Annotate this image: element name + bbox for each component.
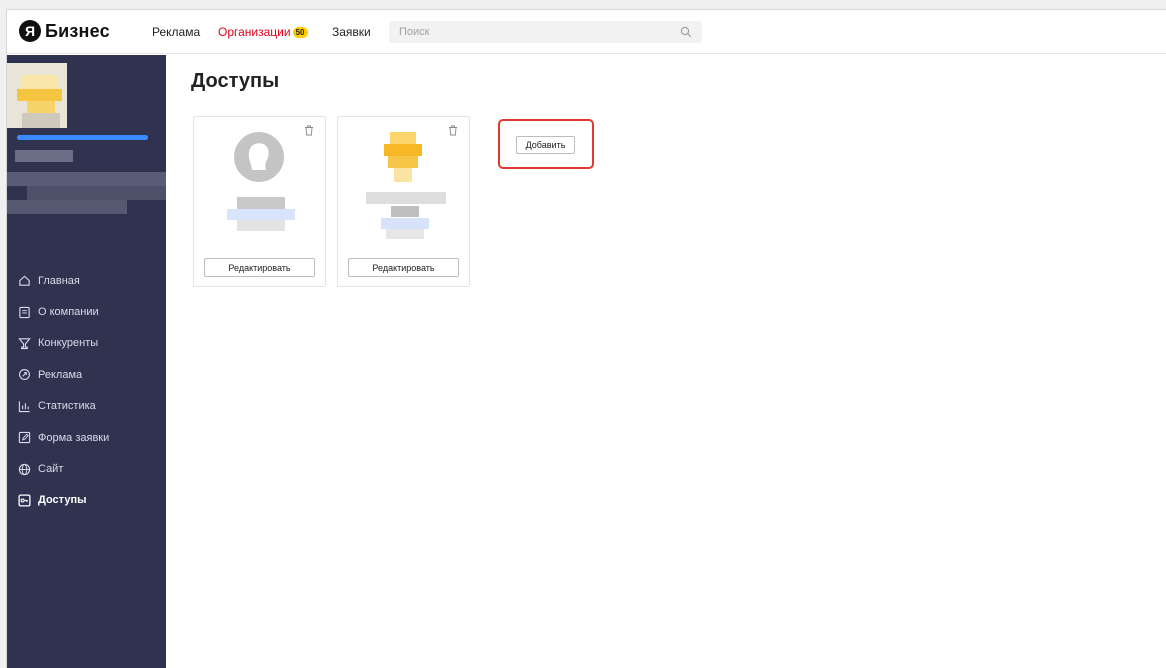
logo-mark: Я [19, 20, 41, 42]
organization-name-blurred [7, 150, 166, 230]
organizations-count-badge: 50 [292, 27, 308, 38]
default-avatar-icon [234, 132, 284, 182]
search-input[interactable] [389, 21, 669, 43]
add-button-highlight: Добавить [498, 119, 594, 169]
nav-link-organizations[interactable]: Организации 50 [218, 25, 308, 39]
search-box [389, 21, 702, 43]
profile-progress-bar [17, 135, 148, 140]
sidebar-item-label: Конкуренты [38, 337, 99, 350]
form-edit-icon [18, 431, 31, 444]
user-avatar [378, 132, 428, 182]
sidebar-item-competitors[interactable]: Конкуренты [7, 328, 166, 359]
sidebar-item-label: Сайт [38, 463, 64, 476]
sidebar-item-site[interactable]: Сайт [7, 453, 166, 484]
edit-button[interactable]: Редактировать [204, 258, 315, 277]
home-icon [19, 275, 30, 286]
sidebar-menu: Главная О компании Конкуренты Реклама Ст… [7, 265, 166, 516]
logo[interactable]: Я Бизнес [19, 20, 110, 42]
key-icon [18, 494, 31, 507]
sidebar-item-access[interactable]: Доступы [7, 485, 166, 516]
user-info-blurred [366, 192, 446, 242]
globe-icon [18, 463, 31, 475]
access-user-card: Редактировать [193, 116, 326, 287]
add-access-button[interactable]: Добавить [516, 136, 575, 154]
search-icon[interactable] [680, 26, 692, 38]
sidebar-item-ads[interactable]: Реклама [7, 359, 166, 390]
sidebar-item-statistics[interactable]: Статистика [7, 391, 166, 422]
trash-icon[interactable] [448, 125, 458, 136]
top-header: Я Бизнес Реклама Организации 50 Заявки [7, 10, 1166, 54]
nav-link-organizations-label: Организации [218, 25, 291, 39]
nav-link-ads[interactable]: Реклама [152, 25, 200, 39]
user-info-blurred [222, 192, 302, 242]
chart-icon [18, 401, 30, 412]
logo-text: Бизнес [45, 20, 110, 41]
sidebar-item-label: Главная [38, 274, 80, 287]
app-window: Я Бизнес Реклама Организации 50 Заявки П… [6, 9, 1166, 668]
sidebar-item-label: Форма заявки [38, 431, 110, 444]
page-title: Доступы [191, 70, 280, 92]
sidebar-item-request-form[interactable]: Форма заявки [7, 422, 166, 453]
sidebar-item-label: Статистика [38, 400, 96, 413]
trophy-icon [18, 338, 31, 350]
sidebar: Главная О компании Конкуренты Реклама Ст… [7, 55, 166, 668]
organization-avatar[interactable] [7, 63, 67, 128]
trash-icon[interactable] [304, 125, 314, 136]
document-icon [19, 306, 30, 318]
ads-icon [19, 369, 30, 381]
sidebar-item-label: О компании [38, 306, 99, 319]
nav-link-requests[interactable]: Заявки [332, 25, 371, 39]
access-user-card: Редактировать [337, 116, 470, 287]
sidebar-item-label: Доступы [38, 494, 87, 507]
sidebar-item-label: Реклама [38, 368, 83, 381]
edit-button[interactable]: Редактировать [348, 258, 459, 277]
sidebar-item-home[interactable]: Главная [7, 265, 166, 296]
sidebar-item-about[interactable]: О компании [7, 296, 166, 327]
